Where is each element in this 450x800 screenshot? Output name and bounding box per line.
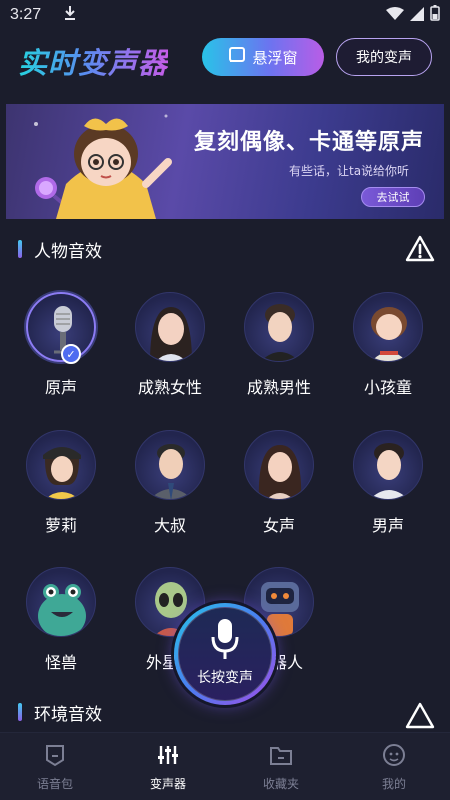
tab-label: 收藏夹 <box>262 777 299 791</box>
female-avatar <box>244 430 314 500</box>
float-window-button[interactable]: 悬浮窗 <box>202 38 324 76</box>
tab-label: 变声器 <box>149 777 186 791</box>
section-title: 人物音效 <box>34 241 102 262</box>
voice-item-male[interactable]: 男声 <box>338 430 438 536</box>
voice-label: 原声 <box>44 378 77 397</box>
hold-button-label: 长按变声 <box>197 670 253 686</box>
man-avatar <box>244 292 314 362</box>
folder-icon <box>236 741 326 769</box>
tab-label: 我的 <box>381 777 406 791</box>
voice-item-mature-woman[interactable]: 成熟女性 <box>120 292 220 398</box>
signal-icon <box>410 6 424 25</box>
voice-item-child[interactable]: 小孩童 <box>338 292 438 398</box>
tab-voice-changer[interactable]: 变声器 <box>123 741 213 792</box>
status-bar: 3:27 <box>0 0 450 30</box>
voice-item-uncle[interactable]: 大叔 <box>120 430 220 536</box>
profile-icon <box>349 741 439 769</box>
banner-try-button[interactable]: 去试试 <box>361 187 425 207</box>
section-title: 环境音效 <box>34 704 102 725</box>
status-time: 3:27 <box>10 6 42 23</box>
app-logo: 实时变声器 <box>18 40 168 82</box>
monster-avatar <box>26 567 96 637</box>
uncle-avatar <box>135 430 205 500</box>
voice-item-loli[interactable]: 萝莉 <box>11 430 111 536</box>
woman-avatar <box>135 292 205 362</box>
banner-subtitle: 有些话，让ta说给你听 <box>289 164 410 178</box>
child-avatar <box>353 292 423 362</box>
voice-item-monster[interactable]: 怪兽 <box>11 567 111 673</box>
tab-favorites[interactable]: 收藏夹 <box>236 741 326 792</box>
tab-profile[interactable]: 我的 <box>349 741 439 792</box>
battery-icon <box>430 5 440 25</box>
voice-label: 萝莉 <box>44 516 77 535</box>
girl-avatar <box>26 430 96 500</box>
bottom-tab-bar: 语音包 变声器 收藏夹 我的 <box>0 732 450 800</box>
my-voice-button[interactable]: 我的变声 <box>336 38 432 76</box>
voice-label: 成熟男性 <box>246 378 311 397</box>
voice-item-female[interactable]: 女声 <box>229 430 329 536</box>
tab-label: 语音包 <box>36 777 73 791</box>
section-header-environment: 环境音效 <box>18 700 102 725</box>
voice-label: 女声 <box>262 516 295 535</box>
section-accent-bar <box>18 240 22 258</box>
banner-girl-illustration <box>34 114 172 219</box>
float-window-icon <box>228 46 246 68</box>
warning-icon[interactable] <box>404 233 436 265</box>
wifi-icon <box>386 6 404 25</box>
selected-check-icon: ✓ <box>61 344 81 364</box>
float-window-label: 悬浮窗 <box>252 48 298 67</box>
tab-voice-pack[interactable]: 语音包 <box>10 741 100 792</box>
voice-item-mature-man[interactable]: 成熟男性 <box>229 292 329 398</box>
banner-title: 复刻偶像、卡通等原声 <box>194 130 425 155</box>
download-icon <box>63 5 77 25</box>
male-avatar <box>353 430 423 500</box>
promo-banner[interactable]: 复刻偶像、卡通等原声 有些话，让ta说给你听 去试试 <box>6 104 444 219</box>
voice-label: 大叔 <box>153 516 186 535</box>
voice-label: 男声 <box>371 516 404 535</box>
warning-icon[interactable] <box>404 700 436 736</box>
hold-to-change-voice-button[interactable]: 长按变声 <box>174 603 276 705</box>
voice-item-original[interactable]: ✓ 原声 <box>11 292 111 398</box>
voice-label: 小孩童 <box>363 378 412 397</box>
voice-label: 成熟女性 <box>137 378 202 397</box>
equalizer-icon <box>123 741 213 769</box>
voice-label: 怪兽 <box>44 653 77 672</box>
section-accent-bar <box>18 703 22 721</box>
app-header: 实时变声器 悬浮窗 我的变声 <box>0 38 450 80</box>
voice-pack-icon <box>10 741 100 769</box>
microphone-icon <box>211 619 239 659</box>
section-header-characters: 人物音效 <box>18 237 102 262</box>
